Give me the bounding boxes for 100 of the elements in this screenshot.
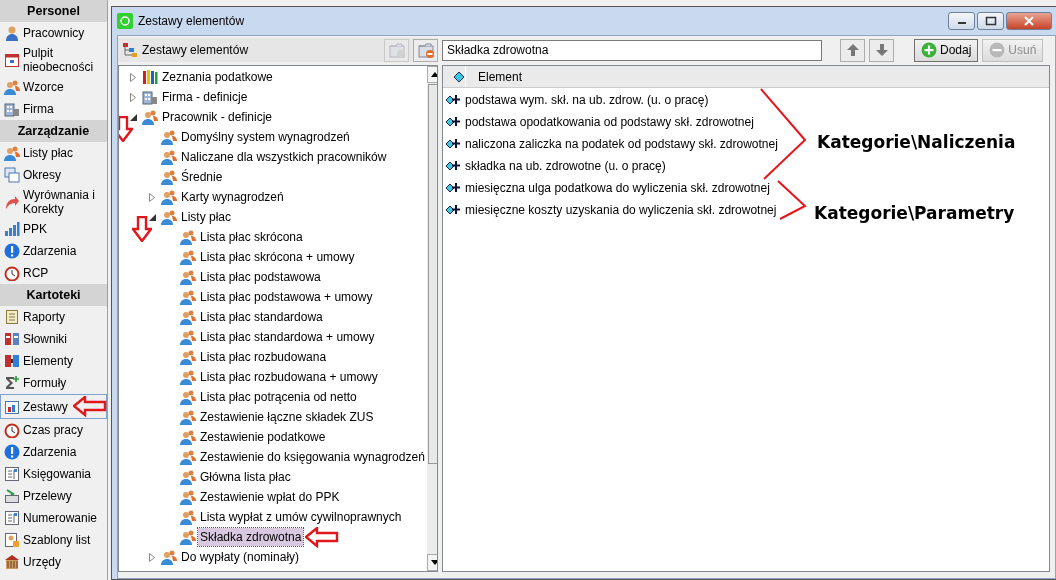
sidebar-item[interactable]: Urzędy [0,551,107,573]
tree-item[interactable]: Firma - definicje [160,88,250,106]
element-row[interactable]: składka na ub. zdrowotne (u. o pracę) [465,157,666,175]
tree-item[interactable]: Lista płac standardowa [198,308,325,326]
move-down-button[interactable] [869,38,894,62]
plus-icon [921,42,937,58]
sidebar-item[interactable]: Zdarzenia [0,441,107,463]
sidebar-item[interactable]: Księgowania [0,463,107,485]
people-icon [180,229,196,245]
tree-item[interactable]: Lista płac rozbudowana [198,348,329,366]
panel-title: Zestawy elementów [142,42,250,59]
tree-item[interactable]: Zestawienie podatkowe [198,428,328,446]
sidebar-item[interactable]: Okresy [0,164,107,186]
info-icon [4,444,20,460]
tree-item[interactable]: Lista wypłat z umów cywilnoprawnych [198,508,404,526]
tree-item[interactable]: Lista płac podstawowa + umowy [198,288,375,306]
sidebar-item[interactable]: Przelewy [0,485,107,507]
template-icon [4,532,20,548]
sidebar-item[interactable]: Słowniki [0,328,107,350]
tree-item[interactable]: Naliczane dla wszystkich pracowników [179,148,389,166]
up-arrow-icon [846,44,859,56]
up-arrow-icon [430,72,437,77]
clock-icon [4,265,20,281]
expand-arrow-icon[interactable] [149,192,155,202]
sidebar-item[interactable]: Numerowanie [0,507,107,529]
office-building-icon [4,554,20,570]
tree-item[interactable]: Zestawienie wpłat do PPK [198,488,342,506]
tree-item[interactable]: Średnie [179,168,225,186]
sidebar-item[interactable]: RCP [0,262,107,284]
section-header: Zarządzanie [0,120,107,142]
minimize-button[interactable] [948,12,975,30]
move-up-button[interactable] [840,38,865,62]
expand-arrow-icon[interactable] [149,552,155,562]
people-icon [161,189,177,205]
section-header: Kartoteki [0,284,107,306]
name-field[interactable]: Składka zdrowotna [442,39,822,61]
people-icon [180,509,196,525]
people-icon [161,169,177,185]
collapse-arrow-icon[interactable] [148,213,156,221]
tree-item[interactable]: Zestawienie do księgowania wynagrodzeń [198,448,427,466]
tree-icon [122,42,138,58]
maximize-icon [984,16,997,26]
sidebar-item[interactable]: Zdarzenia [0,240,107,262]
element-row[interactable]: miesięczna ulga podatkowa do wyliczenia skł. zdrowotnej [465,179,770,197]
element-row[interactable]: podstawa wym. skł. na ub. zdrow. (u. o pracę) [465,91,709,109]
sidebar-item[interactable]: Wzorce [0,76,107,98]
element-row[interactable]: miesięczne koszty uzyskania do wyliczenia skł. zdrowotnej [465,201,777,219]
tree-item[interactable]: Zestawienie łączne składek ZUS [198,408,376,426]
tree-item[interactable]: Do wypłaty (nominały) [179,548,302,566]
tree-item[interactable]: Lista płac standardowa + umowy [198,328,377,346]
windows-icon [4,167,20,183]
sidebar-item[interactable]: Formuły [0,372,107,394]
add-button[interactable]: Dodaj [914,38,979,62]
people-icon [180,529,196,545]
tree-item[interactable]: Pracownik - definicje [160,108,275,126]
people-icon [180,269,196,285]
element-row[interactable]: naliczona zaliczka na podatek od podstawy skł. zdrowotnej [465,135,778,153]
expand-arrow-icon[interactable] [130,72,136,82]
tree-item[interactable]: Lista płac potrącenia od netto [198,388,359,406]
tree-item[interactable]: Listy płac [179,208,234,226]
tree-item[interactable]: Lista płac podstawowa [198,268,323,286]
tree-item[interactable]: Lista płac rozbudowana + umowy [198,368,380,386]
sidebar-item[interactable]: Szablony list [0,529,107,551]
element-icon [446,94,460,106]
element-row[interactable]: podstawa opodatkowania od podstawy skł. zdrowotnej [465,113,754,131]
collapse-arrow-icon[interactable] [129,113,137,121]
document-icon [4,309,20,325]
people-icon [180,449,196,465]
tree-item[interactable]: Zeznania podatkowe [160,68,275,86]
people-icon [161,129,177,145]
sidebar-item[interactable]: Pracownicy [0,22,107,44]
app-icon [117,13,133,29]
tree-item[interactable]: Domyślny system wynagrodzeń [179,128,352,146]
tree-item[interactable]: Główna lista płac [198,468,293,486]
tree-item[interactable]: Karty wynagrodzeń [179,188,286,206]
people-icon [161,149,177,165]
scrollbar-thumb[interactable] [427,84,437,464]
tree-item[interactable]: Lista płac skrócona + umowy [198,248,357,266]
people-icon [180,389,196,405]
sidebar-item[interactable]: Pulpit nieobecności [0,44,107,76]
people-icon [180,249,196,265]
sidebar-item[interactable]: Zestawy [0,394,107,419]
maximize-button[interactable] [977,12,1004,30]
sidebar-item[interactable]: Listy płac [0,142,107,164]
sidebar-item[interactable]: Elementy [0,350,107,372]
calendar-icon [4,52,20,68]
sidebar-item[interactable]: PPK [0,218,107,240]
expand-arrow-icon[interactable] [130,92,136,102]
sidebar-item[interactable]: Czas pracy [0,419,107,441]
element-icon [446,160,460,172]
people-icon [180,409,196,425]
people-icon [142,109,158,125]
sidebar-item[interactable]: Firma [0,98,107,120]
tree-item[interactable]: Składka zdrowotna [198,528,304,546]
tree-item[interactable]: Lista płac skrócona [198,228,305,246]
element-icon [446,116,460,128]
sidebar-item[interactable]: Raporty [0,306,107,328]
people-icon [161,209,177,225]
sidebar-item[interactable]: Wyrównania i Korekty [0,186,107,218]
close-button[interactable] [1006,12,1052,30]
